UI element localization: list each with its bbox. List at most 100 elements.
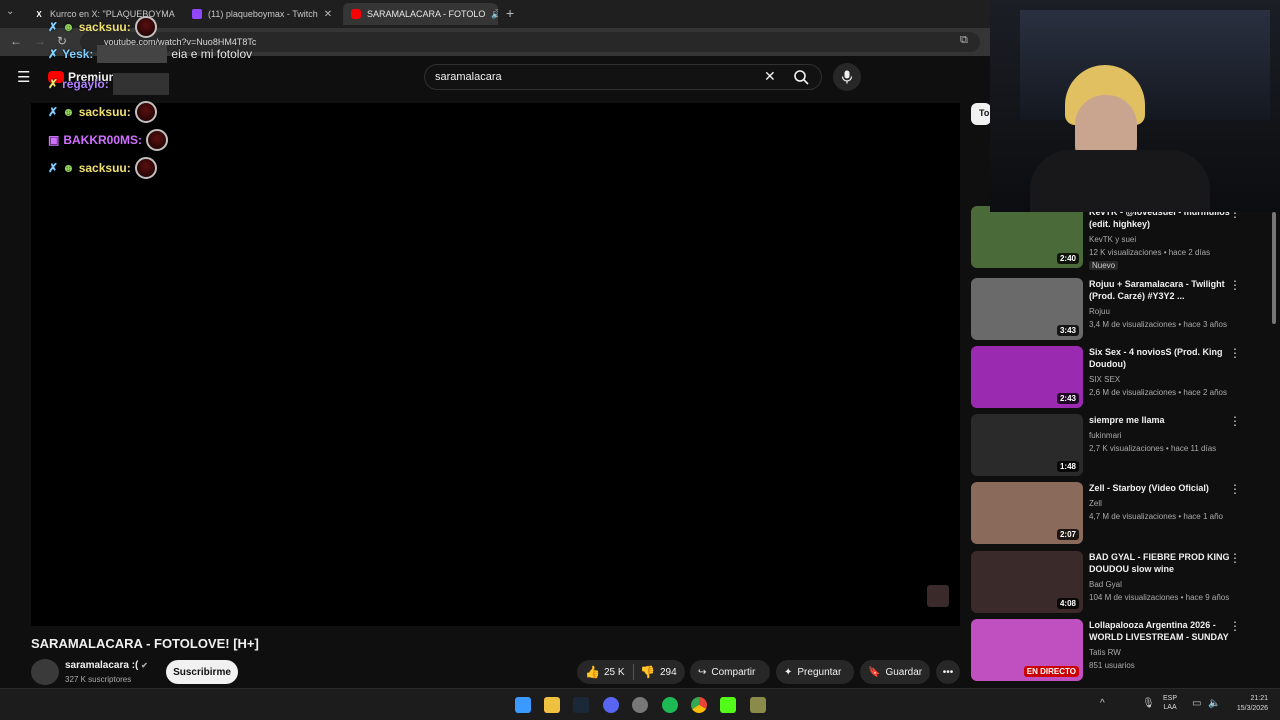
chrome-icon[interactable] xyxy=(691,697,707,713)
kebab-menu-icon[interactable]: ⋮ xyxy=(1229,346,1241,360)
tab-youtube[interactable]: SARAMALACARA - FOTOLO 🔊 ✕ xyxy=(343,3,498,25)
share-label: Compartir xyxy=(711,666,756,678)
tab-list-chevron-icon[interactable]: ⌄ xyxy=(6,6,14,17)
chat-username: sacksuu: xyxy=(78,161,131,175)
speaker-icon[interactable]: 🔊 xyxy=(491,9,498,20)
rec-item[interactable]: 4:08 BAD GYAL - FIEBRE PROD KING DOUDOU … xyxy=(971,551,1261,615)
rec-thumbnail[interactable]: 2:43 xyxy=(971,346,1083,408)
cast-icon[interactable]: ⧉ xyxy=(960,34,968,47)
rec-item[interactable]: EN DIRECTO Lollapalooza Argentina 2026 -… xyxy=(971,619,1261,683)
forward-icon[interactable]: → xyxy=(34,34,46,48)
channel-name-text: saramalacara :( xyxy=(65,660,139,671)
rec-channel[interactable]: Zell xyxy=(1089,499,1102,508)
kebab-menu-icon[interactable]: ⋮ xyxy=(1229,619,1241,633)
back-icon[interactable]: ← xyxy=(10,34,22,48)
thumbs-up-icon[interactable]: 👍 xyxy=(585,665,600,679)
rec-item[interactable]: 3:43 Rojuu + Saramalacara - Twilight (Pr… xyxy=(971,278,1261,342)
twitch-icon xyxy=(192,9,202,19)
like-count[interactable]: 25 K xyxy=(604,667,625,678)
divider xyxy=(633,664,634,680)
rec-title[interactable]: siempre me llama xyxy=(1089,414,1239,426)
clear-search-icon[interactable]: ✕ xyxy=(764,68,776,85)
rec-thumbnail[interactable]: 2:40 xyxy=(971,206,1083,268)
network-icon[interactable]: ▭ xyxy=(1192,698,1201,709)
subscriber-count: 327 K suscriptores xyxy=(65,675,132,684)
rec-thumbnail[interactable]: 1:48 xyxy=(971,414,1083,476)
file-explorer-icon[interactable] xyxy=(544,697,560,713)
rec-channel[interactable]: fukinmari xyxy=(1089,431,1121,440)
rec-thumbnail[interactable]: 3:43 xyxy=(971,278,1083,340)
rec-channel[interactable]: Bad Gyal xyxy=(1089,580,1122,589)
rec-meta: 2,7 K visualizaciones • hace 11 días xyxy=(1089,444,1217,453)
volume-icon[interactable]: 🔈 xyxy=(1208,698,1220,709)
chat-username: regaylo: xyxy=(62,77,109,91)
spotify-icon[interactable] xyxy=(662,697,678,713)
thumbs-down-icon[interactable]: 👎 xyxy=(640,665,655,679)
clock[interactable]: 21:21 15/3/2026 xyxy=(1226,694,1268,714)
rec-channel[interactable]: Tatis RW xyxy=(1089,648,1121,657)
kebab-menu-icon[interactable]: ⋮ xyxy=(1229,482,1241,496)
voice-search-button[interactable] xyxy=(833,63,861,91)
obs-icon[interactable] xyxy=(632,697,648,713)
microphone-tray-icon[interactable]: 🎙 xyxy=(1142,698,1155,709)
rec-title[interactable]: Lollapalooza Argentina 2026 - WORLD LIVE… xyxy=(1089,619,1239,643)
close-icon[interactable]: ✕ xyxy=(324,9,332,20)
badge-icon: ☻ xyxy=(62,161,75,175)
rec-title[interactable]: Six Sex - 4 noviosS (Prod. King Doudou) xyxy=(1089,346,1239,370)
subscribe-label: Suscribirme xyxy=(173,666,231,678)
kick-icon[interactable] xyxy=(720,697,736,713)
rec-item[interactable]: 2:43 Six Sex - 4 noviosS (Prod. King Dou… xyxy=(971,346,1261,410)
app-icon[interactable] xyxy=(750,697,766,713)
save-label: Guardar xyxy=(885,666,923,678)
badge-icon: ✗ xyxy=(48,161,59,175)
save-button[interactable]: 🔖 Guardar xyxy=(860,660,930,684)
menu-icon[interactable]: ☰ xyxy=(17,68,30,86)
channel-watermark[interactable] xyxy=(927,585,949,607)
tray-chevron-icon[interactable]: ^ xyxy=(1100,698,1105,709)
chat-username: BAKKR00MS: xyxy=(63,133,143,147)
rec-title[interactable]: Zell - Starboy (Video Oficial) xyxy=(1089,482,1239,494)
share-button[interactable]: ↪ Compartir xyxy=(690,660,770,684)
rec-thumbnail[interactable]: 4:08 xyxy=(971,551,1083,613)
sidebar-scrollbar[interactable] xyxy=(1272,212,1276,324)
start-icon[interactable] xyxy=(515,697,531,713)
tab-twitch[interactable]: (11) plaqueboymax - Twitch ✕ xyxy=(184,3,340,25)
new-tab-icon[interactable]: + xyxy=(506,5,514,21)
rec-thumbnail[interactable]: EN DIRECTO xyxy=(971,619,1083,681)
kebab-menu-icon[interactable]: ⋮ xyxy=(1229,414,1241,428)
duration-badge: 1:48 xyxy=(1056,461,1079,472)
filter-chip[interactable]: To xyxy=(971,103,991,125)
rec-item[interactable]: 1:48 siempre me llama fukinmari 2,7 K vi… xyxy=(971,414,1261,478)
rec-channel[interactable]: SIX SEX xyxy=(1089,375,1120,384)
webcam-overlay xyxy=(990,0,1280,212)
language-indicator[interactable]: ESP LAA xyxy=(1163,694,1177,712)
kebab-menu-icon[interactable]: ⋮ xyxy=(1229,551,1241,565)
live-badge: EN DIRECTO xyxy=(1023,666,1079,677)
channel-avatar[interactable] xyxy=(31,659,59,685)
chip-label: To xyxy=(979,108,990,118)
rec-title[interactable]: BAD GYAL - FIEBRE PROD KING DOUDOU slow … xyxy=(1089,551,1239,575)
badge-icon: ✗ xyxy=(48,77,59,91)
rec-item[interactable]: 2:07 Zell - Starboy (Video Oficial) Zell… xyxy=(971,482,1261,546)
search-button[interactable] xyxy=(786,63,816,91)
shirt xyxy=(1030,150,1210,212)
discord-icon[interactable] xyxy=(603,697,619,713)
rec-title[interactable]: Rojuu + Saramalacara - Twilight (Prod. C… xyxy=(1089,278,1239,302)
ask-button[interactable]: ✦ Preguntar xyxy=(776,660,854,684)
more-actions-button[interactable]: ••• xyxy=(936,660,960,684)
channel-name[interactable]: saramalacara :( ✔ xyxy=(65,660,148,671)
subscribe-button[interactable]: Suscribirme xyxy=(166,660,238,684)
rec-item[interactable]: 2:40 KevTK - @lovedsuei - murmullos (edi… xyxy=(971,206,1261,270)
kebab-menu-icon[interactable]: ⋮ xyxy=(1229,278,1241,292)
steam-icon[interactable] xyxy=(573,697,589,713)
rec-channel[interactable]: KevTK y suei xyxy=(1089,235,1136,244)
rec-thumbnail[interactable]: 2:07 xyxy=(971,482,1083,544)
rec-channel[interactable]: Rojuu xyxy=(1089,307,1110,316)
tab-label: (11) plaqueboymax - Twitch xyxy=(208,9,318,19)
clock-time: 21:21 xyxy=(1250,695,1268,702)
search-input[interactable]: saramalacara xyxy=(424,64,822,90)
bookmark-icon: 🔖 xyxy=(868,666,881,678)
video-player[interactable] xyxy=(31,103,960,626)
badge-icon: ☻ xyxy=(62,20,75,34)
window-background xyxy=(1020,10,1270,120)
